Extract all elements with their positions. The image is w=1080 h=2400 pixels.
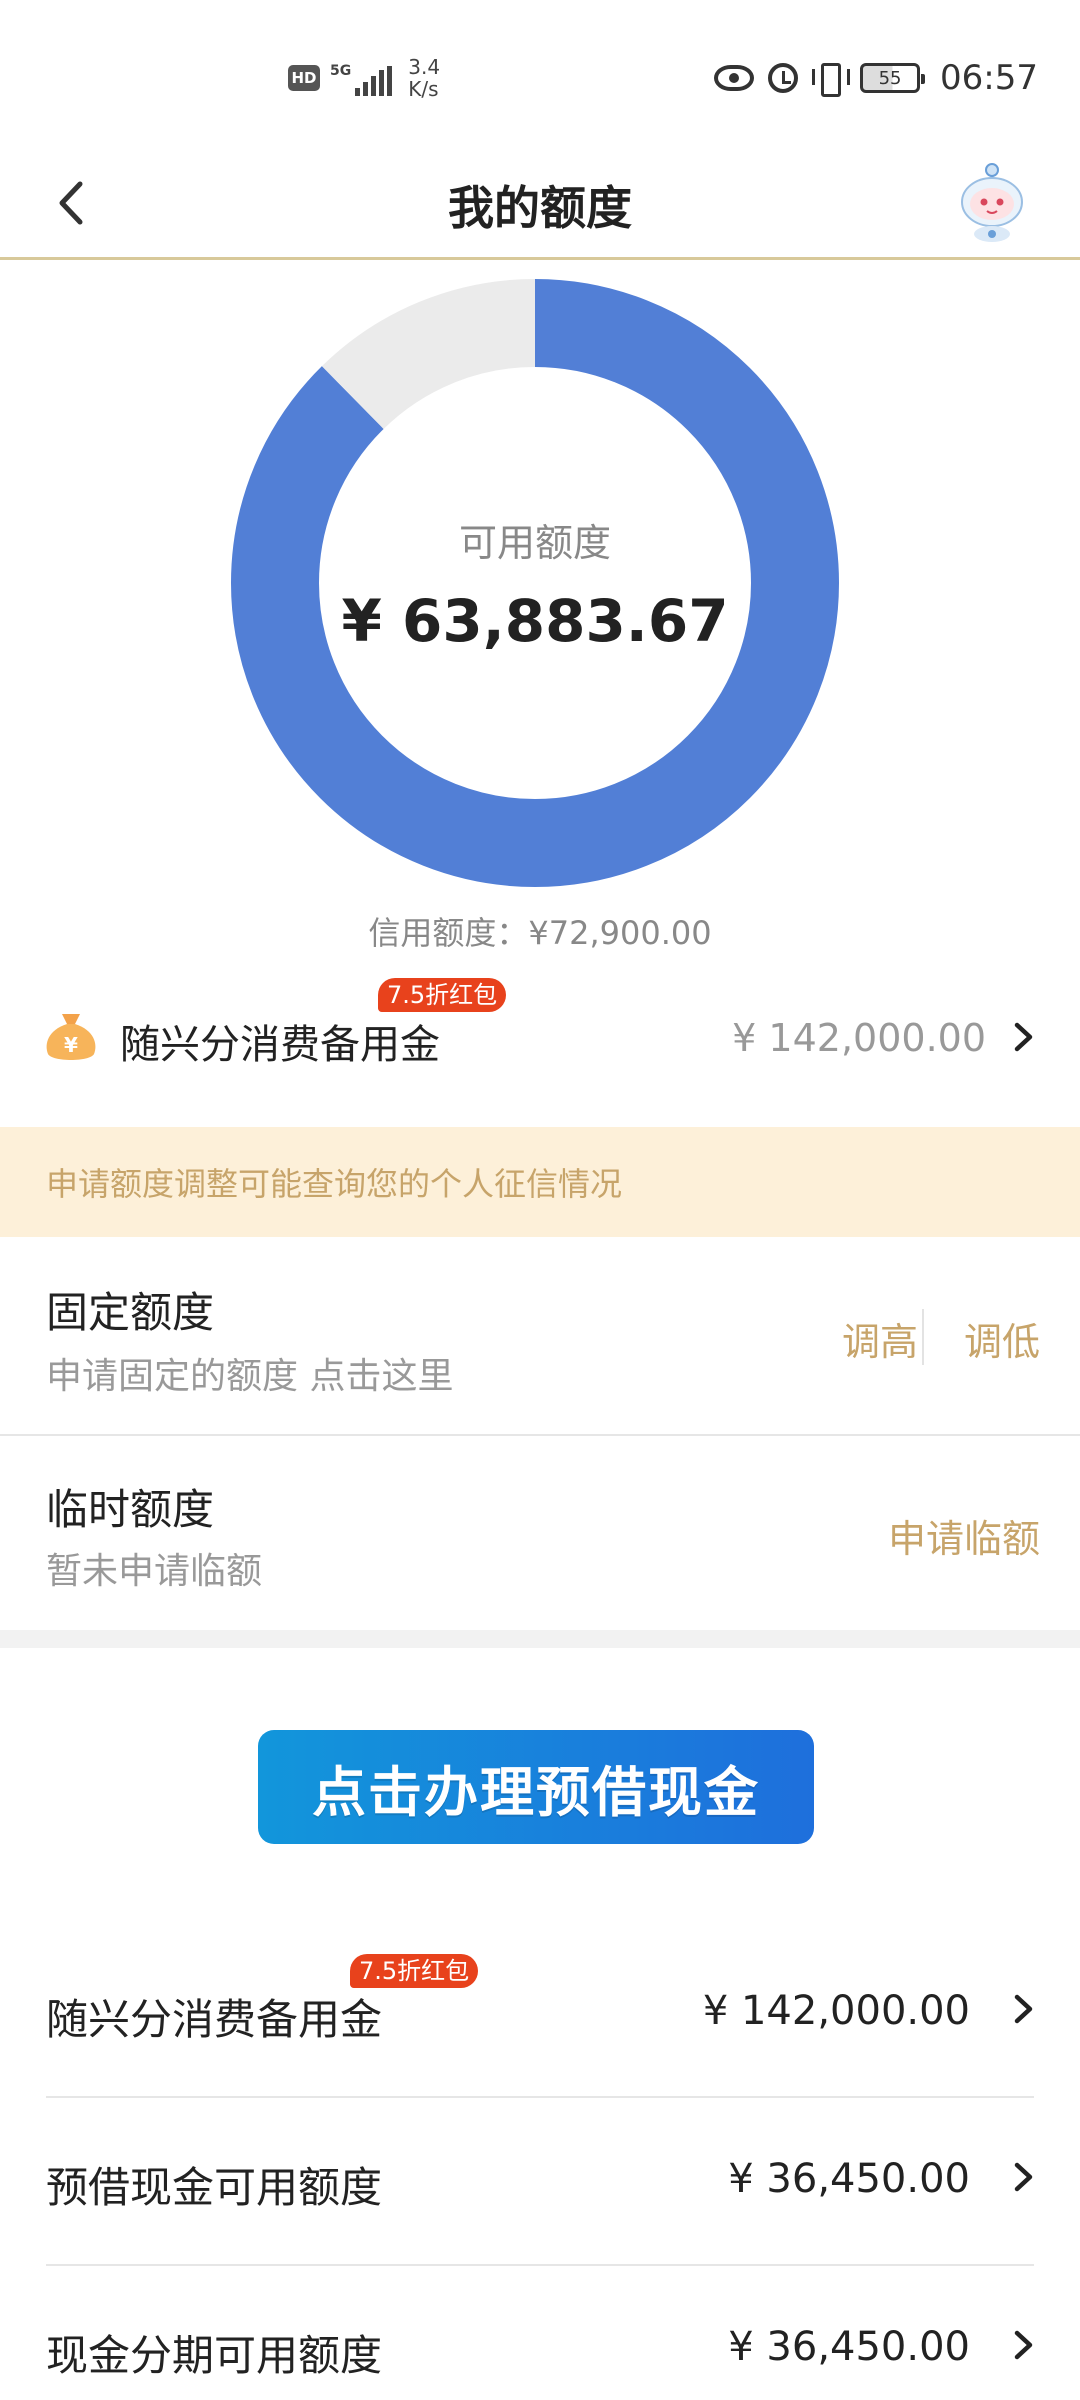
raise-quota-button[interactable]: 调高 — [842, 1311, 918, 1366]
signal-icon: 5G — [330, 60, 393, 96]
credit-check-notice: 申请额度调整可能查询您的个人征信情况 — [0, 1127, 1080, 1237]
list-item-cash-advance[interactable]: 预借现金可用额度 ¥ 36,450.00 — [0, 2098, 1080, 2266]
clock: 06:57 — [940, 58, 1038, 98]
robot-assistant-icon[interactable] — [952, 160, 1032, 244]
list-item-amount: ¥ 36,450.00 — [728, 2324, 970, 2370]
status-left: HD 5G 3.4 K/s — [288, 56, 440, 100]
cash-advance-banner[interactable]: 点击办理预借现金 — [258, 1730, 814, 1844]
list-item-amount: ¥ 142,000.00 — [702, 1988, 970, 2034]
alarm-icon — [768, 63, 799, 93]
temp-quota-title: 临时额度 — [46, 1485, 215, 1534]
hd-icon: HD — [288, 65, 320, 91]
list-item-label: 预借现金可用额度 — [46, 2163, 383, 2212]
list-item-reserve-fund[interactable]: 随兴分消费备用金 7.5折红包 ¥ 142,000.00 — [0, 1930, 1080, 2098]
apply-temp-quota-button[interactable]: 申请临额 — [888, 1508, 1040, 1563]
section-separator — [0, 1630, 1080, 1648]
list-item-amount: ¥ 36,450.00 — [728, 2156, 970, 2202]
svg-text:¥: ¥ — [64, 1033, 78, 1057]
page-title: 我的额度 — [448, 181, 632, 235]
network-type: 5G — [330, 63, 352, 79]
chevron-right-icon — [1014, 2330, 1033, 2360]
battery-icon: 55 — [860, 63, 926, 93]
discount-badge: 7.5折红包 — [378, 978, 507, 1012]
network-speed: 3.4 K/s — [408, 55, 441, 101]
chevron-right-icon — [1014, 1994, 1033, 2024]
credit-limit-value: ¥72,900.00 — [528, 914, 712, 952]
credit-limit-label: 信用额度： — [368, 914, 529, 952]
list-item-cash-installment[interactable]: 现金分期可用额度 ¥ 36,450.00 — [0, 2266, 1080, 2400]
fixed-quota-title: 固定额度 — [46, 1288, 215, 1337]
list-item-label: 现金分期可用额度 — [46, 2331, 383, 2380]
vibrate-icon — [812, 63, 851, 97]
chevron-right-icon — [1014, 1022, 1033, 1052]
donut-center: 可用额度 ¥ 63,883.67 — [230, 278, 840, 888]
eye-icon — [714, 65, 755, 91]
money-bag-icon: ¥ — [46, 1014, 96, 1060]
chevron-right-icon — [1014, 2162, 1033, 2192]
header: 我的额度 — [0, 150, 1080, 260]
lower-quota-button[interactable]: 调低 — [964, 1311, 1040, 1366]
fixed-quota-subtitle[interactable]: 申请固定的额度 点击这里 — [46, 1347, 453, 1399]
action-divider — [922, 1309, 924, 1365]
temp-quota-row: 临时额度 暂未申请临额 申请临额 — [0, 1436, 1080, 1634]
reserve-fund-row[interactable]: ¥ 随兴分消费备用金 7.5折红包 ¥ 142,000.00 — [0, 978, 1080, 1090]
discount-badge: 7.5折红包 — [350, 1954, 479, 1988]
temp-quota-subtitle: 暂未申请临额 — [46, 1551, 263, 1592]
list-item-label: 随兴分消费备用金 — [46, 1995, 383, 2044]
available-amount: ¥ 63,883.67 — [341, 586, 729, 655]
status-right: 55 06:57 — [714, 58, 1038, 98]
available-label: 可用额度 — [458, 520, 611, 565]
reserve-fund-label: 随兴分消费备用金 — [120, 1022, 440, 1068]
reserve-fund-amount: ¥ 142,000.00 — [732, 1016, 986, 1060]
status-bar: HD 5G 3.4 K/s 55 06:57 — [0, 0, 1080, 150]
fixed-quota-row: 固定额度 申请固定的额度 点击这里 调高 调低 — [0, 1237, 1080, 1435]
credit-limit: 信用额度：¥72,900.00 — [0, 908, 1080, 954]
